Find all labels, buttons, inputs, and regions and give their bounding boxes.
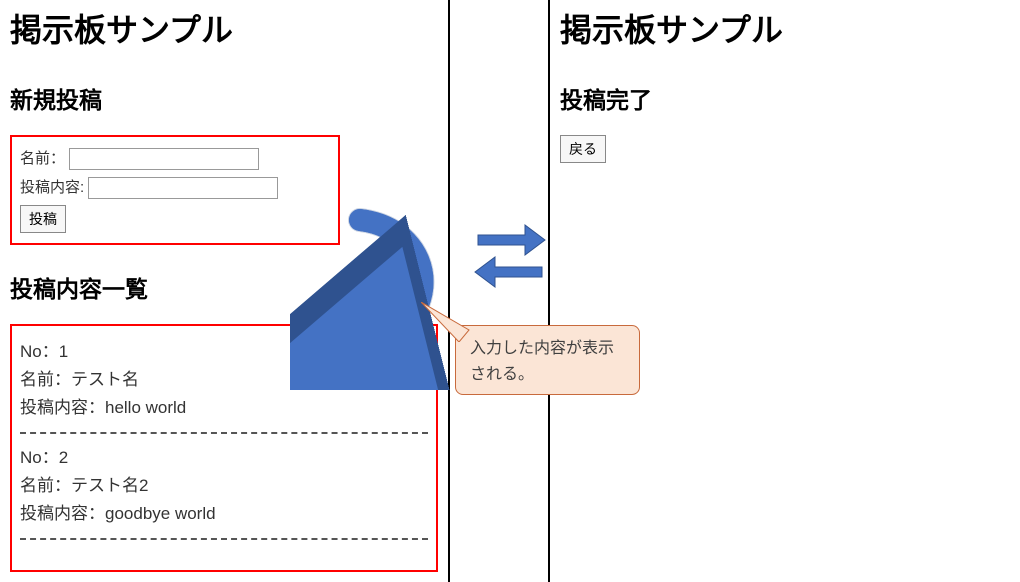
- submit-button[interactable]: 投稿: [20, 205, 66, 233]
- page-title-left: 掲示板サンプル: [10, 5, 438, 51]
- post-content: 投稿内容：goodbye world: [20, 500, 428, 528]
- swap-arrows-icon: [470, 215, 550, 300]
- new-post-heading: 新規投稿: [10, 81, 438, 115]
- name-row: 名前：: [20, 147, 330, 170]
- post-separator: [20, 538, 428, 540]
- name-label: 名前：: [20, 150, 65, 167]
- annotation-callout: 入力した内容が表示 される。: [455, 325, 640, 395]
- callout-text-line: 入力した内容が表示: [470, 336, 625, 362]
- page-title-right: 掲示板サンプル: [560, 5, 1010, 51]
- post-name: 名前：テスト名2: [20, 472, 428, 500]
- name-input[interactable]: [69, 148, 259, 170]
- right-panel: 掲示板サンプル 投稿完了 戻る: [548, 0, 1020, 582]
- list-item: No：2 名前：テスト名2 投稿内容：goodbye world: [20, 444, 428, 528]
- post-no: No：2: [20, 444, 428, 472]
- done-heading: 投稿完了: [560, 81, 1010, 115]
- content-row: 投稿内容:: [20, 176, 330, 199]
- content-input[interactable]: [88, 177, 278, 199]
- back-button[interactable]: 戻る: [560, 135, 606, 163]
- post-separator: [20, 432, 428, 434]
- flow-arrow-icon: [290, 200, 470, 390]
- content-label: 投稿内容:: [20, 179, 84, 196]
- post-content: 投稿内容：hello world: [20, 394, 428, 422]
- callout-text-line: される。: [470, 362, 625, 388]
